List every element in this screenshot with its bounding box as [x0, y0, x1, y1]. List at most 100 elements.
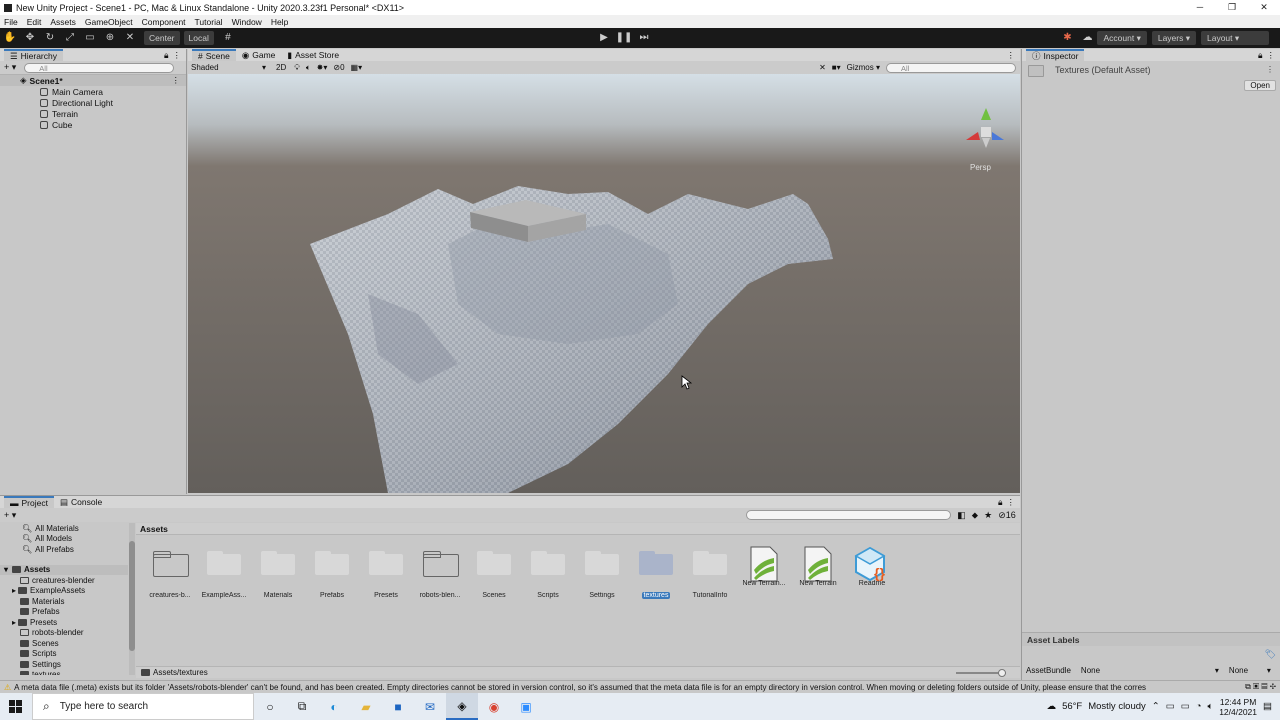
more-menu-icon[interactable]: ⋮	[1267, 50, 1276, 61]
label-tag-icon[interactable]: 🏷︎	[1265, 649, 1276, 660]
status-bar[interactable]: ⚠ A meta data file (.meta) exists but it…	[0, 680, 1280, 693]
tray-app-icon[interactable]: ▭	[1166, 701, 1175, 712]
tools-icon[interactable]: ✕	[819, 63, 826, 72]
menu-help[interactable]: Help	[271, 17, 288, 27]
effects-icon[interactable]: ✸▾	[317, 63, 328, 72]
create-plus-icon[interactable]: + ▾	[4, 510, 16, 521]
hierarchy-search-input[interactable]: All	[24, 62, 175, 73]
scale-tool-icon[interactable]: ⤢	[60, 30, 80, 46]
more-menu-icon[interactable]: ⋮	[1007, 497, 1016, 508]
favorite-star-icon[interactable]: ★	[984, 510, 992, 521]
asset-item[interactable]: {} Readme	[846, 546, 898, 587]
asset-item[interactable]: robots-blen...	[414, 548, 466, 599]
asset-item[interactable]: ExampleAss...	[198, 548, 250, 599]
hierarchy-item[interactable]: Directional Light	[0, 97, 186, 108]
play-button[interactable]: ▶	[594, 30, 614, 46]
menu-assets[interactable]: Assets	[50, 17, 76, 27]
tab-scene[interactable]: # Scene	[192, 49, 236, 61]
collab-icon[interactable]: ✱	[1057, 30, 1077, 46]
asset-item[interactable]: creatures-b...	[144, 548, 196, 599]
pause-button[interactable]: ❚❚	[614, 30, 634, 46]
asset-item[interactable]: TutorialInfo	[684, 548, 736, 599]
camera-icon[interactable]: ■▾	[832, 63, 841, 72]
more-menu-icon[interactable]: ⋮	[1007, 50, 1016, 61]
volume-icon[interactable]: 🔈︎	[1207, 701, 1213, 712]
grid-snap-icon[interactable]: #	[218, 30, 238, 46]
menu-component[interactable]: Component	[142, 17, 186, 27]
tab-asset-store[interactable]: ▮ Asset Store	[281, 49, 345, 61]
battery-icon[interactable]: ▭	[1181, 701, 1190, 712]
rect-tool-icon[interactable]: ▭	[80, 30, 100, 46]
maximize-button[interactable]: ❐	[1216, 0, 1248, 15]
space-toggle[interactable]: Local	[183, 31, 214, 45]
cloud-icon[interactable]: ☁	[1077, 30, 1097, 46]
asset-item[interactable]: Presets	[360, 548, 412, 599]
breadcrumb-assets[interactable]: Assets	[140, 524, 168, 534]
tree-folder[interactable]: creatures-blender	[0, 575, 128, 586]
menu-tutorial[interactable]: Tutorial	[195, 17, 223, 27]
tree-folder[interactable]: Materials	[0, 596, 128, 607]
scene-row[interactable]: ◈ Scene1* ⋮	[0, 75, 186, 86]
hierarchy-item[interactable]: Terrain	[0, 108, 186, 119]
tab-hierarchy[interactable]: ☰ Hierarchy	[4, 49, 63, 61]
tab-game[interactable]: ◉ Game	[236, 49, 282, 61]
mode-2d-toggle[interactable]: 2D	[276, 63, 286, 72]
step-button[interactable]: ⏭	[634, 30, 654, 46]
filter-label-icon[interactable]: ⬥	[972, 510, 978, 521]
store-icon[interactable]: ■	[382, 693, 414, 720]
asset-item[interactable]: Settings	[576, 548, 628, 599]
hidden-objects-icon[interactable]: ⊘	[333, 63, 340, 72]
taskbar-search-box[interactable]: ⌕ Type here to search	[32, 693, 254, 720]
favorite-item[interactable]: 🔍︎ All Materials	[0, 523, 128, 534]
tree-folder[interactable]: ▸ Presets	[0, 617, 128, 628]
tree-root-assets[interactable]: ▾ Assets	[0, 564, 128, 575]
asset-item[interactable]: Materials	[252, 548, 304, 599]
tab-project[interactable]: ▬ Project	[4, 496, 54, 508]
chrome-icon[interactable]: ◉	[478, 693, 510, 720]
tree-folder[interactable]: ▸ ExampleAssets	[0, 586, 128, 597]
open-button[interactable]: Open	[1244, 80, 1276, 91]
close-button[interactable]: ✕	[1248, 0, 1280, 15]
project-search-input[interactable]	[746, 510, 952, 520]
icon-size-slider[interactable]	[956, 668, 1006, 677]
audio-icon[interactable]: 🔈︎	[306, 63, 311, 73]
persp-label[interactable]: Persp	[970, 163, 991, 172]
task-view-icon[interactable]: ⧉	[286, 693, 318, 720]
file-explorer-icon[interactable]: ▰	[350, 693, 382, 720]
debug-icon[interactable]: ✣	[1270, 682, 1276, 691]
clock[interactable]: 12:44 PM 12/4/2021	[1219, 697, 1257, 717]
asset-bundle-dropdown[interactable]: None ▾	[1081, 666, 1219, 675]
lock-icon[interactable]: 🔒︎	[998, 497, 1003, 508]
rotate-tool-icon[interactable]: ↻	[40, 30, 60, 46]
unity-taskbar-icon[interactable]: ◈	[446, 693, 478, 720]
network-icon[interactable]: ◔	[1196, 701, 1202, 712]
tree-folder[interactable]: robots-blender	[0, 628, 128, 639]
scene-search-input[interactable]: All	[886, 62, 1016, 73]
menu-window[interactable]: Window	[232, 17, 262, 27]
custom-tool-icon[interactable]: ✕	[120, 30, 140, 46]
favorite-item[interactable]: 🔍︎ All Models	[0, 534, 128, 545]
asset-item[interactable]: Scenes	[468, 548, 520, 599]
tree-scrollbar[interactable]	[129, 523, 135, 675]
settings-icon[interactable]: ⋮	[1266, 65, 1274, 74]
hierarchy-item[interactable]: Cube	[0, 119, 186, 130]
lock-icon[interactable]: 🔒︎	[1258, 50, 1263, 61]
tree-folder[interactable]: Scenes	[0, 638, 128, 649]
lighting-bake-icon[interactable]: ▤	[1261, 682, 1267, 691]
tray-overflow-icon[interactable]: ⌃	[1152, 701, 1160, 712]
cortana-icon[interactable]: ○	[254, 693, 286, 720]
create-plus-icon[interactable]: + ▾	[4, 62, 16, 73]
asset-item[interactable]: Prefabs	[306, 548, 358, 599]
cache-icon[interactable]: ▣	[1253, 682, 1259, 691]
asset-item[interactable]: New Terrain	[792, 546, 844, 587]
tree-folder[interactable]: textures	[0, 670, 128, 675]
layout-dropdown[interactable]: Layout ▾	[1201, 31, 1269, 45]
minimize-button[interactable]: ─	[1184, 0, 1216, 15]
weather-desc[interactable]: Mostly cloudy	[1088, 701, 1146, 712]
weather-icon[interactable]: ☁	[1047, 701, 1057, 712]
favorite-item[interactable]: 🔍︎ All Prefabs	[0, 544, 128, 555]
move-tool-icon[interactable]: ✥	[20, 30, 40, 46]
lighting-icon[interactable]: 💡︎	[294, 63, 300, 73]
asset-item[interactable]: New Terrain...	[738, 546, 790, 587]
filter-type-icon[interactable]: ◧	[957, 510, 966, 521]
